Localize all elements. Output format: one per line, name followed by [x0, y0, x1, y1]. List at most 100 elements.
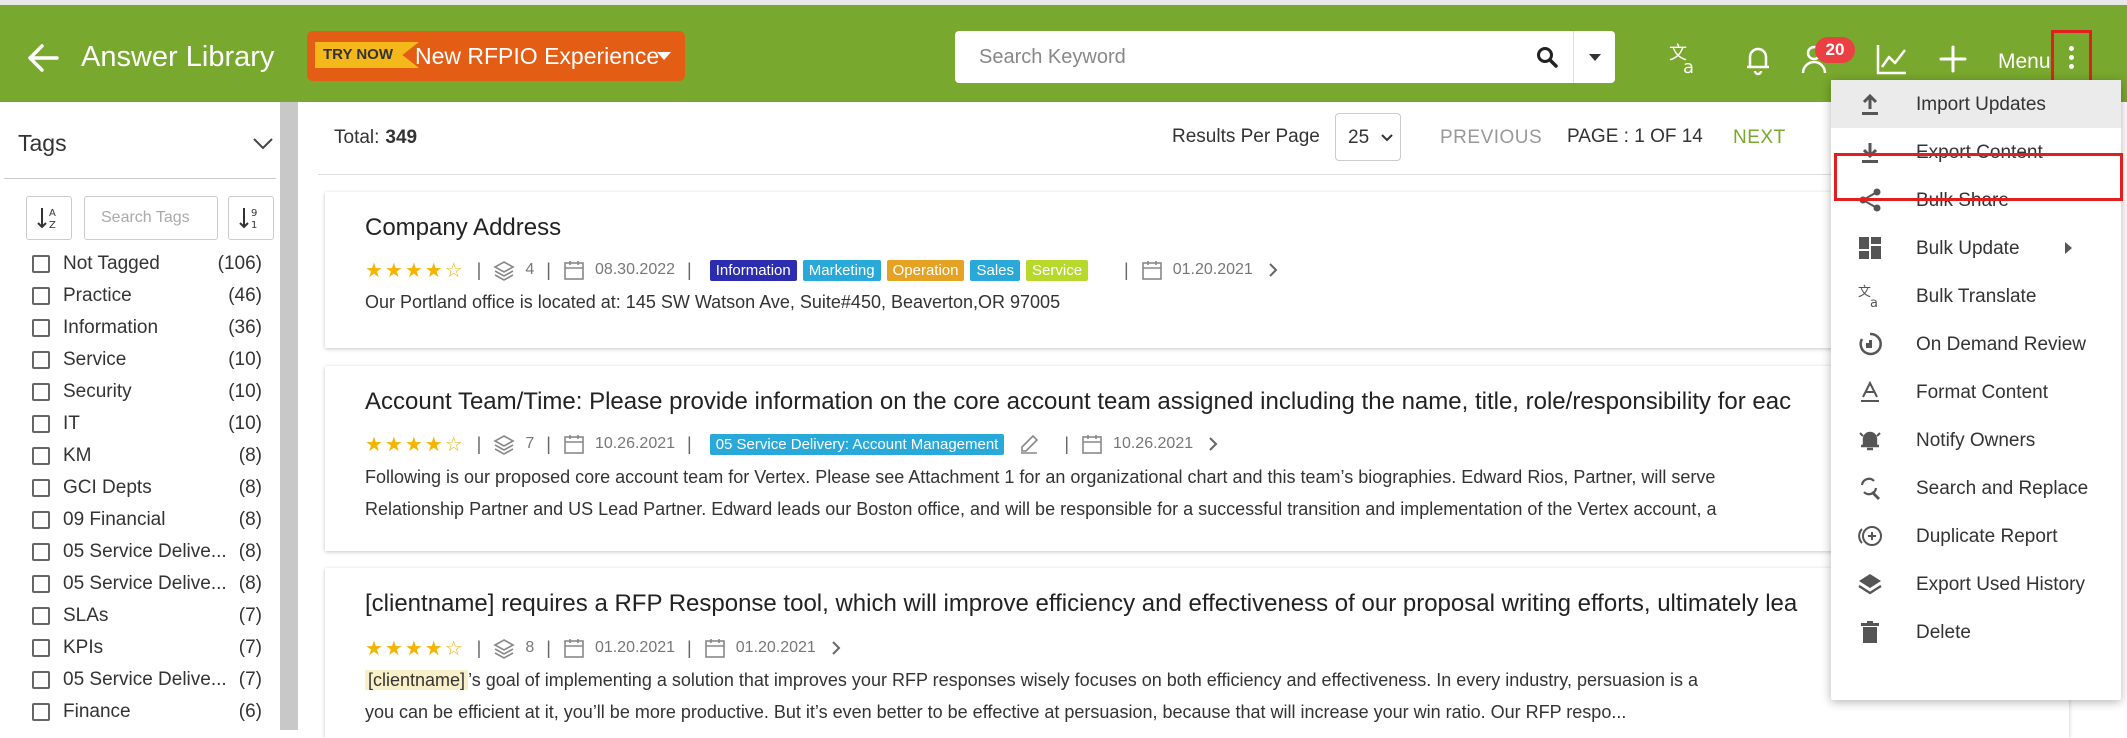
tag-list-item[interactable]: SLAs (7) — [32, 602, 262, 630]
tag-checkbox[interactable] — [32, 287, 50, 305]
plus-icon[interactable] — [1935, 41, 1971, 77]
menu-item-on-demand-review[interactable]: On Demand Review — [1831, 320, 2121, 368]
tag-count: (7) — [238, 637, 262, 658]
sort-az-button[interactable]: A Z — [26, 196, 72, 240]
tag-checkbox[interactable] — [32, 383, 50, 401]
menu-item-duplicate-report[interactable]: Duplicate Report — [1831, 512, 2121, 560]
chevron-right-icon[interactable] — [1267, 261, 1279, 279]
tag-name: Security — [63, 381, 132, 402]
tag-checkbox[interactable] — [32, 671, 50, 689]
answer-text: [clientname]’s goal of implementing a so… — [365, 664, 1698, 696]
calendar-icon — [564, 261, 584, 280]
menu-item-label: Export Used History — [1916, 574, 2085, 595]
tag-count: (10) — [228, 413, 262, 434]
answer-title[interactable]: Company Address — [365, 214, 561, 242]
tag-list-item[interactable]: Not Tagged (106) — [32, 250, 262, 278]
results-per-page-select[interactable]: 25 — [1335, 113, 1401, 161]
tag-list-item[interactable]: Information (36) — [32, 314, 262, 342]
sidebar-scrollbar[interactable] — [280, 102, 298, 730]
previous-page-button[interactable]: PREVIOUS — [1440, 127, 1542, 149]
answer-card[interactable]: Company Address ★★★★☆ | 4 | 08.30.2022 |… — [325, 192, 2069, 348]
chart-line-icon[interactable] — [1874, 41, 1910, 77]
tag-count: (7) — [238, 669, 262, 690]
menu-item-notify-owners[interactable]: Notify Owners — [1831, 416, 2121, 464]
chevron-down-icon[interactable] — [252, 136, 274, 152]
tag-list-item[interactable]: Security (10) — [32, 378, 262, 406]
bell-icon[interactable] — [1740, 41, 1776, 77]
menu-item-import-updates[interactable]: Import Updates — [1831, 80, 2121, 128]
tag-checkbox[interactable] — [32, 351, 50, 369]
menu-item-search-and-replace[interactable]: Search and Replace — [1831, 464, 2121, 512]
tag-checkbox[interactable] — [32, 703, 50, 721]
search-input[interactable] — [955, 31, 1520, 83]
calendar-icon — [564, 639, 584, 658]
menu-item-export-used-history[interactable]: Export Used History — [1831, 560, 2121, 608]
answer-title[interactable]: Account Team/Time: Please provide inform… — [365, 388, 1791, 416]
answer-card[interactable]: Account Team/Time: Please provide inform… — [325, 366, 2069, 551]
chevron-right-icon[interactable] — [830, 639, 842, 657]
tag-chip[interactable]: Sales — [970, 259, 1021, 281]
answer-card[interactable]: [clientname] requires a RFP Response too… — [325, 568, 2069, 738]
divider — [318, 174, 2068, 175]
edit-icon[interactable] — [1018, 433, 1040, 455]
star-rating[interactable]: ★★★★☆ — [365, 258, 465, 283]
answer-text: Relationship Partner and US Lead Partner… — [365, 499, 1717, 519]
search-options-dropdown[interactable] — [1573, 31, 1615, 83]
search-tags-input[interactable] — [84, 196, 218, 240]
next-page-button[interactable]: NEXT — [1733, 127, 1786, 149]
tag-chip[interactable]: 05 Service Delivery: Account Management — [709, 433, 1005, 455]
menu-item-format-content[interactable]: Format Content — [1831, 368, 2121, 416]
tag-checkbox[interactable] — [32, 319, 50, 337]
menu-item-bulk-update[interactable]: Bulk Update — [1831, 224, 2121, 272]
tag-list-item[interactable]: 05 Service Delive... (8) — [32, 570, 262, 598]
kebab-icon[interactable] — [2051, 30, 2092, 85]
tag-checkbox[interactable] — [32, 447, 50, 465]
menu-item-delete[interactable]: Delete — [1831, 608, 2121, 656]
tag-list-item[interactable]: 05 Service Delive... (7) — [32, 666, 262, 694]
tag-list-item[interactable]: 05 Service Delive... (8) — [32, 538, 262, 566]
notification-count-badge: 20 — [1815, 37, 1855, 63]
menu-item-label: Format Content — [1916, 382, 2048, 403]
placeholder-highlight[interactable]: [clientname] — [365, 670, 469, 690]
tag-checkbox[interactable] — [32, 607, 50, 625]
tag-chip[interactable]: Information — [709, 259, 797, 281]
page-indicator: PAGE : 1 OF 14 — [1567, 126, 1703, 147]
star-rating[interactable]: ★★★★☆ — [365, 636, 465, 661]
tag-list-item[interactable]: KPIs (7) — [32, 634, 262, 662]
tag-checkbox[interactable] — [32, 511, 50, 529]
tag-count: (8) — [238, 477, 262, 498]
tag-chip[interactable]: Service — [1026, 259, 1089, 281]
tag-count: (8) — [238, 509, 262, 530]
calendar-icon — [1141, 261, 1162, 280]
menu-item-bulk-translate[interactable]: 文a Bulk Translate — [1831, 272, 2121, 320]
tag-list-item[interactable]: Service (10) — [32, 346, 262, 374]
chevron-right-icon[interactable] — [1207, 435, 1219, 453]
menu-label[interactable]: Menu — [1998, 50, 2051, 74]
calendar-icon — [1082, 435, 1102, 454]
alarm-icon — [1859, 431, 1881, 451]
tag-list-item[interactable]: KM (8) — [32, 442, 262, 470]
tag-checkbox[interactable] — [32, 255, 50, 273]
tag-list-item[interactable]: 09 Financial (8) — [32, 506, 262, 534]
tag-chip[interactable]: Operation — [886, 259, 965, 281]
tag-checkbox[interactable] — [32, 575, 50, 593]
star-rating[interactable]: ★★★★☆ — [365, 432, 465, 457]
answer-title[interactable]: [clientname] requires a RFP Response too… — [365, 590, 1797, 618]
sort-numeric-button[interactable]: 9 1 — [228, 196, 274, 240]
results-per-page-value: 25 — [1348, 127, 1370, 148]
tag-list-item[interactable]: Finance (6) — [32, 698, 262, 726]
back-arrow-icon[interactable] — [26, 43, 60, 73]
translate-icon[interactable]: 文 a — [1667, 41, 1703, 77]
tag-list-item[interactable]: Practice (46) — [32, 282, 262, 310]
tag-checkbox[interactable] — [32, 639, 50, 657]
tag-chip[interactable]: Marketing — [802, 259, 881, 281]
tag-checkbox[interactable] — [32, 543, 50, 561]
duplicate-icon — [1858, 526, 1882, 546]
calendar-icon — [564, 435, 584, 454]
tag-checkbox[interactable] — [32, 479, 50, 497]
search-button[interactable] — [1520, 31, 1573, 83]
tag-list-item[interactable]: IT (10) — [32, 410, 262, 438]
tag-checkbox[interactable] — [32, 415, 50, 433]
new-experience-button[interactable]: TRY NOW New RFPIO Experience — [307, 31, 685, 81]
tag-list-item[interactable]: GCI Depts (8) — [32, 474, 262, 502]
